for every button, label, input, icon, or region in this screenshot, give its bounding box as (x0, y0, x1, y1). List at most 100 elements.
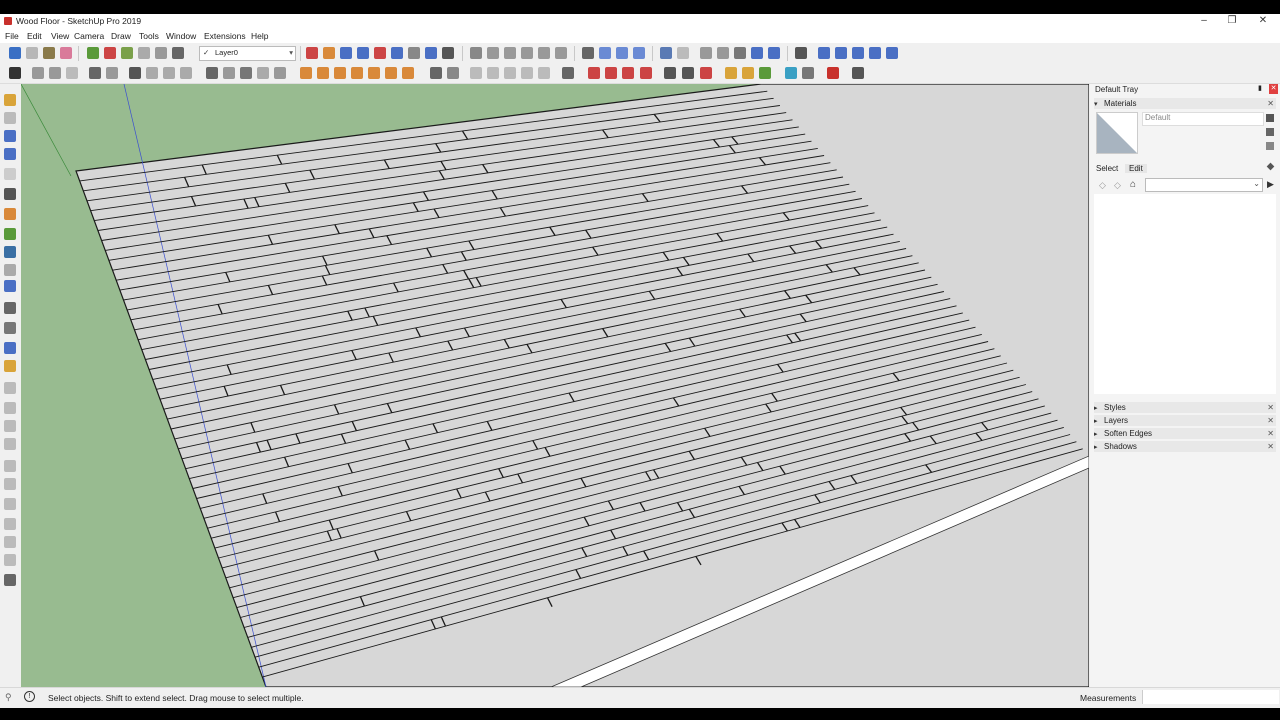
pin-icon[interactable]: ▮ (1258, 84, 1262, 92)
stamp-icon[interactable] (351, 67, 363, 79)
get-models-icon[interactable] (869, 47, 881, 59)
tape-measure-icon[interactable] (172, 47, 184, 59)
geo-location-icon[interactable]: ⚲ (5, 692, 12, 703)
left-tool-15-icon[interactable] (4, 360, 16, 372)
left-tool-17-icon[interactable] (4, 402, 16, 414)
model-info-icon[interactable] (562, 67, 574, 79)
back-edges-icon[interactable] (599, 47, 611, 59)
rectangle-icon[interactable] (138, 47, 150, 59)
paint-bucket-icon[interactable] (43, 47, 55, 59)
lasso-tool-icon[interactable] (26, 47, 38, 59)
camera-view-2-icon[interactable] (521, 67, 533, 79)
left-tool-18-icon[interactable] (4, 420, 16, 432)
pan-icon[interactable] (323, 47, 335, 59)
subtract-icon[interactable] (447, 67, 459, 79)
top-view-icon[interactable] (487, 47, 499, 59)
dimension-icon[interactable] (89, 67, 101, 79)
back-arrow-icon[interactable]: ◇ (1099, 180, 1106, 191)
close-icon[interactable]: ✕ (1267, 415, 1274, 426)
left-tool-26-icon[interactable] (4, 574, 16, 586)
section-cuts-icon[interactable] (734, 47, 746, 59)
eyedropper-icon[interactable] (1266, 162, 1275, 171)
menu-file[interactable]: File (5, 31, 19, 41)
left-tool-8-icon[interactable] (4, 228, 16, 240)
hidden-line-icon[interactable] (633, 47, 645, 59)
close-plugin-icon[interactable] (802, 67, 814, 79)
left-tool-10-icon[interactable] (4, 264, 16, 276)
scale-icon[interactable] (240, 67, 252, 79)
rotate-icon[interactable] (223, 67, 235, 79)
tray-close-button[interactable]: ✕ (1269, 84, 1278, 94)
split-icon[interactable] (487, 67, 499, 79)
toggle-terrain-icon[interactable] (682, 67, 694, 79)
iso-view-icon[interactable] (470, 47, 482, 59)
tape-icon[interactable] (32, 67, 44, 79)
left-tool-9-icon[interactable] (4, 246, 16, 258)
left-tool-6-icon[interactable] (4, 188, 16, 200)
shape-tool-icon[interactable] (4, 94, 16, 106)
orbit-icon[interactable] (306, 47, 318, 59)
walk-icon[interactable] (408, 47, 420, 59)
front-view-icon[interactable] (504, 47, 516, 59)
pencil-icon[interactable] (87, 47, 99, 59)
left-tool-19-icon[interactable] (4, 438, 16, 450)
photo-texture-icon[interactable] (700, 67, 712, 79)
close-icon[interactable]: ✕ (1267, 441, 1274, 452)
wireframe-icon[interactable] (616, 47, 628, 59)
left-tool-23-icon[interactable] (4, 518, 16, 530)
info-icon[interactable]: ! (24, 691, 35, 702)
extension-1-icon[interactable] (725, 67, 737, 79)
lock-icon[interactable] (1266, 114, 1274, 122)
layer-dropdown[interactable]: ✓ Layer0 ▾ (199, 46, 296, 61)
left-tool-13-icon[interactable] (4, 322, 16, 334)
warehouse-icon[interactable] (795, 47, 807, 59)
no-entry-icon[interactable] (9, 67, 21, 79)
layout-send-icon[interactable] (886, 47, 898, 59)
shadows-header[interactable]: ▸ Shadows ✕ (1094, 441, 1276, 452)
add-detail-icon[interactable] (385, 67, 397, 79)
zoom-icon[interactable] (340, 47, 352, 59)
restore-button[interactable]: ❐ (1216, 14, 1248, 28)
previous-view-icon[interactable] (391, 47, 403, 59)
left-tool-25-icon[interactable] (4, 554, 16, 566)
menu-view[interactable]: View (51, 31, 69, 41)
left-view-icon[interactable] (555, 47, 567, 59)
close-icon[interactable]: ✕ (1267, 98, 1274, 109)
material-browser-area[interactable] (1094, 194, 1276, 394)
left-tool-22-icon[interactable] (4, 498, 16, 510)
camera-view-1-icon[interactable] (504, 67, 516, 79)
solid-tools-icon[interactable] (430, 67, 442, 79)
default-material-icon[interactable] (1266, 142, 1274, 150)
section-plane-icon[interactable] (717, 47, 729, 59)
intersect-icon[interactable] (163, 67, 175, 79)
left-tool-7-icon[interactable] (4, 208, 16, 220)
create-material-icon[interactable] (1266, 128, 1274, 136)
tab-select[interactable]: Select (1096, 164, 1118, 173)
left-tool-12-icon[interactable] (4, 302, 16, 314)
left-tool-24-icon[interactable] (4, 536, 16, 548)
tab-edit[interactable]: Edit (1125, 164, 1147, 173)
component-options-icon[interactable] (605, 67, 617, 79)
outer-shell-icon[interactable] (146, 67, 158, 79)
protractor-icon[interactable] (49, 67, 61, 79)
left-tool-16-icon[interactable] (4, 382, 16, 394)
3d-text-icon[interactable] (129, 67, 141, 79)
dynamic-component-icon[interactable] (588, 67, 600, 79)
close-icon[interactable]: ✕ (1267, 402, 1274, 413)
camera-view-3-icon[interactable] (538, 67, 550, 79)
mirror-icon[interactable] (852, 67, 864, 79)
section-fill-icon[interactable] (751, 47, 763, 59)
layers-header[interactable]: ▸ Layers ✕ (1094, 415, 1276, 426)
textured-icon[interactable] (677, 47, 689, 59)
drape-icon[interactable] (368, 67, 380, 79)
freehand-icon[interactable] (104, 47, 116, 59)
left-tool-2-icon[interactable] (4, 112, 16, 124)
display-section-icon[interactable] (768, 47, 780, 59)
measurements-input[interactable] (1142, 690, 1279, 704)
details-arrow-icon[interactable]: ▶ (1267, 179, 1274, 190)
flip-edge-icon[interactable] (402, 67, 414, 79)
extension-2-icon[interactable] (742, 67, 754, 79)
share-component-icon[interactable] (852, 47, 864, 59)
extension-warehouse-icon[interactable] (818, 47, 830, 59)
menu-tools[interactable]: Tools (139, 31, 159, 41)
